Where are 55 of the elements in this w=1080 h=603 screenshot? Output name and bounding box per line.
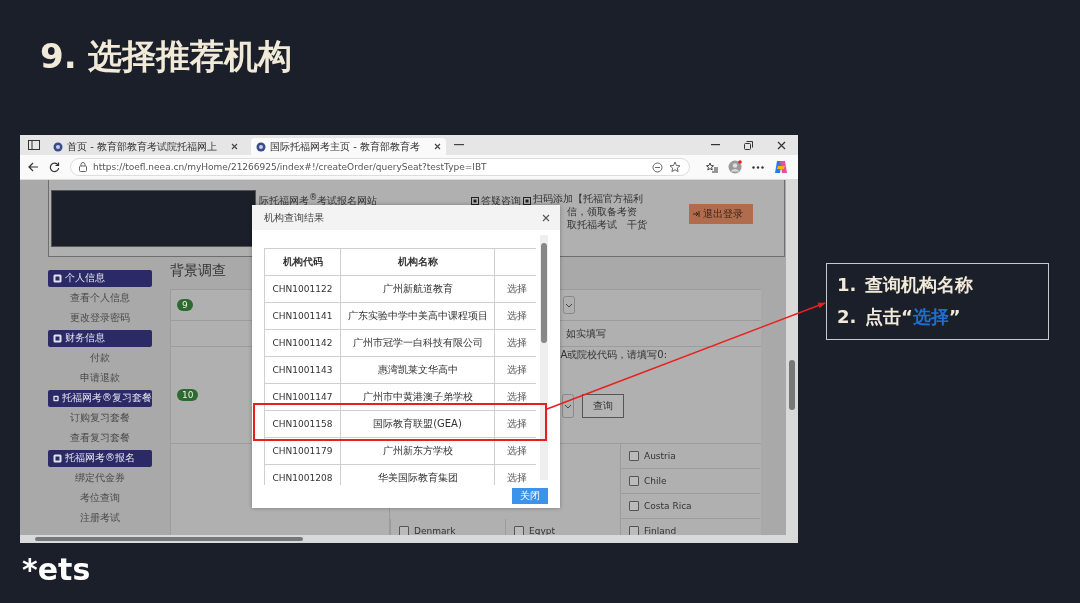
country-label: Denmark [414, 526, 456, 535]
table-cell: 广州市中黄港澳子弟学校 [340, 383, 495, 411]
table-cell: 广州新东方学校 [340, 437, 495, 465]
sidebar-link[interactable]: 注册考试 [48, 508, 152, 528]
sidebar-link[interactable]: 更改登录密码 [48, 308, 152, 328]
sidebar-header[interactable]: 托福网考®复习套餐 [48, 389, 152, 407]
browser-tab[interactable]: 国际托福网考主页 - 教育部教育考 [251, 138, 446, 155]
table-cell: CHN1001142 [264, 329, 341, 357]
dialog-title: 机构查询结果 [264, 210, 324, 225]
step-badge: 10 [177, 389, 199, 401]
form-hint: 如实填写 [566, 326, 606, 341]
table-cell: 惠湾凯莱文华高中 [340, 356, 495, 384]
site-title: 际托福网考$^{®}$考试报名网站 [259, 192, 379, 209]
country-label: Costa Rica [644, 501, 692, 511]
sidebar-link[interactable]: 申请退款 [48, 368, 152, 388]
country-label: Austria [644, 451, 676, 461]
sidebar-link[interactable]: 付款 [48, 348, 152, 368]
qr-label: 答疑咨询 [481, 194, 521, 208]
table-cell: 国际教育联盟(GEA) [340, 410, 495, 438]
country-label: Chile [644, 476, 667, 486]
step-badge: 9 [177, 299, 193, 311]
column-header: 机构名称 [340, 248, 495, 276]
browser-tab[interactable]: 首页 - 教育部教育考试院托福网上 [48, 138, 243, 155]
address-field[interactable]: https://toefl.neea.cn/myHome/21266925/index#!/createOrder/querySeat?testType=IBT [70, 158, 690, 176]
sidebar-link[interactable]: 查看复习套餐 [48, 428, 152, 448]
slide-title: 9. 选择推荐机构 [40, 35, 293, 78]
table-cell: CHN1001179 [264, 437, 341, 465]
sidebar-header[interactable]: 个人信息 [48, 269, 152, 287]
table-cell: 广州市冠学一白科技有限公司 [340, 329, 495, 357]
sidebar-link[interactable]: 考位查询 [48, 488, 152, 508]
promo-text: 取托福考试 干货 [567, 218, 647, 231]
sidebar-header[interactable]: 财务信息 [48, 329, 152, 347]
promo-text: 扫码添加【托福官方福利 [533, 192, 643, 205]
form-hint: A或院校代码，请填写0: [560, 348, 668, 362]
step-text: 2. 点击“选择” [837, 305, 962, 329]
column-header: 机构代码 [264, 248, 341, 276]
step-text: 1. 查询机构名称 [837, 273, 974, 297]
sidebar-link[interactable]: 订购复习套餐 [48, 408, 152, 428]
table-cell: 广东实验中学中美高中课程项目 [340, 302, 495, 330]
table-cell: CHN1001141 [264, 302, 341, 330]
table-cell: CHN1001122 [264, 275, 341, 303]
logo: *ets [22, 552, 91, 587]
country-label: Egypt [529, 526, 555, 535]
table-cell: 广州新航道教育 [340, 275, 495, 303]
table-cell: CHN1001158 [264, 410, 341, 438]
table-cell: CHN1001208 [264, 464, 341, 485]
sidebar-link[interactable]: 绑定代金券 [48, 468, 152, 488]
promo-text: 信，领取备考资 [567, 205, 637, 218]
query-button[interactable]: 查询 [582, 394, 625, 418]
country-label: Finland [644, 526, 677, 535]
table-cell: CHN1001143 [264, 356, 341, 384]
sidebar-link[interactable]: 查看个人信息 [48, 288, 152, 308]
sidebar-header[interactable]: 托福网考®报名 [48, 449, 152, 467]
logout-button[interactable]: 退出登录 [689, 204, 753, 224]
table-cell: CHN1001147 [264, 383, 341, 411]
